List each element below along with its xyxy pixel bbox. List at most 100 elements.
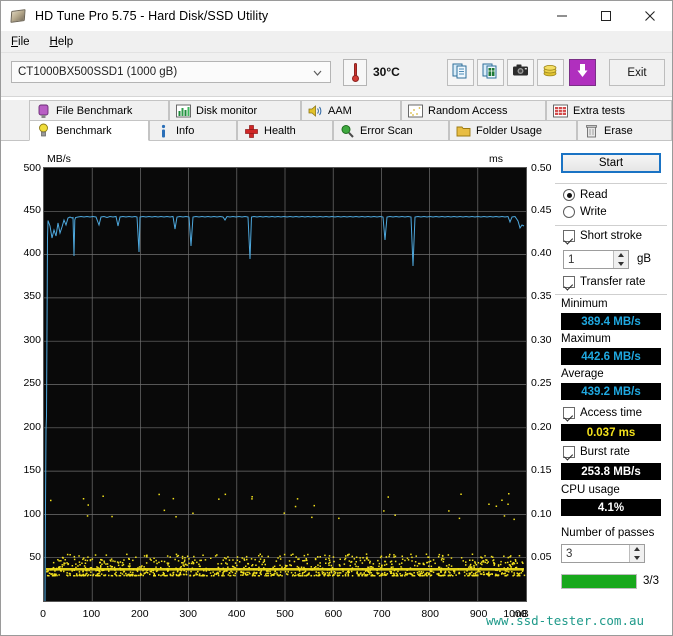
short-stroke-label: Short stroke	[580, 230, 642, 242]
chart-y2-axis-label: ms	[489, 153, 503, 165]
start-button-label: Start	[598, 157, 624, 169]
magnifier-icon	[340, 124, 355, 139]
burst-rate-value: 253.8 MB/s	[561, 463, 661, 480]
tab-disk-monitor[interactable]: Disk monitor	[169, 100, 301, 121]
short-stroke-unit: gB	[637, 253, 652, 265]
divider-3	[555, 294, 667, 295]
screenshot-button[interactable]	[507, 59, 534, 86]
short-stroke-stepper[interactable]: 1	[563, 250, 629, 269]
checkbox-short-stroke[interactable]: Short stroke	[563, 230, 642, 242]
tab-extra-tests-label: Extra tests	[573, 105, 625, 117]
download-button[interactable]	[569, 59, 596, 86]
y-tick-450: 450	[23, 204, 41, 216]
temperature-indicator	[343, 59, 367, 86]
exit-button[interactable]: Exit	[609, 59, 665, 86]
y-tick-250: 250	[23, 377, 41, 389]
chart-y-axis-label: MB/s	[47, 153, 71, 165]
radio-write[interactable]: Write	[563, 206, 607, 218]
spinner-up-icon[interactable]	[618, 253, 624, 258]
tab-aam-label: AAM	[328, 105, 352, 117]
short-stroke-checkbox-indicator	[563, 230, 575, 242]
y-tick-350: 350	[23, 290, 41, 302]
drive-select-value: CT1000BX500SSD1 (1000 gB)	[18, 66, 178, 78]
x-tick-700: 700	[373, 608, 391, 620]
tab-file-benchmark[interactable]: File Benchmark	[29, 100, 169, 121]
tab-error-scan[interactable]: Error Scan	[333, 120, 449, 141]
extra-chart-icon	[553, 104, 568, 119]
passes-spinner-down-icon[interactable]	[634, 555, 640, 560]
tab-erase[interactable]: Erase	[577, 120, 672, 141]
tab-benchmark[interactable]: Benchmark	[29, 120, 149, 141]
coins-icon	[542, 63, 559, 83]
divider-2	[555, 225, 667, 226]
document-copy-icon	[452, 62, 469, 84]
purple-bulb-icon	[36, 104, 51, 119]
passes-spinner-up-icon[interactable]	[634, 547, 640, 552]
tab-row-top: File Benchmark Disk monitor AAM Random A…	[1, 100, 672, 121]
tab-random-access-label: Random Access	[428, 105, 508, 117]
spinner-down-icon[interactable]	[618, 261, 624, 266]
maximize-button[interactable]	[584, 1, 628, 31]
donate-button[interactable]	[537, 59, 564, 86]
camera-icon	[512, 63, 529, 82]
x-tick-100: 100	[82, 608, 101, 620]
y-tick-100: 100	[23, 508, 41, 520]
y-tick-300: 300	[23, 334, 41, 346]
tab-random-access[interactable]: Random Access	[401, 100, 546, 121]
tab-folder-usage-label: Folder Usage	[476, 125, 543, 137]
yellow-bulb-icon	[36, 123, 51, 138]
folder-icon	[456, 124, 471, 139]
y-tick-150: 150	[23, 464, 41, 476]
tab-extra-tests[interactable]: Extra tests	[546, 100, 672, 121]
export-to-excel-button[interactable]	[477, 59, 504, 86]
minimum-value: 389.4 MB/s	[561, 313, 661, 330]
checkbox-transfer-rate[interactable]: Transfer rate	[563, 276, 645, 288]
drive-select[interactable]: CT1000BX500SSD1 (1000 gB)	[11, 61, 331, 83]
progress-text: 3/3	[643, 575, 659, 587]
random-dots-icon	[408, 104, 423, 119]
tab-aam[interactable]: AAM	[301, 100, 401, 121]
x-tick-800: 800	[421, 608, 439, 620]
short-stroke-spinner-arrows[interactable]	[613, 251, 628, 268]
x-tick-300: 300	[179, 608, 197, 620]
x-tick-600: 600	[324, 608, 343, 620]
tab-folder-usage[interactable]: Folder Usage	[449, 120, 577, 141]
speaker-icon	[308, 104, 323, 119]
chevron-down-icon	[311, 66, 324, 79]
x-tick-400: 400	[227, 608, 246, 620]
start-button[interactable]: Start	[561, 153, 661, 173]
access-time-checkbox-indicator	[563, 407, 575, 419]
tab-file-benchmark-label: File Benchmark	[56, 105, 133, 117]
menu-help-rest: elp	[57, 35, 74, 48]
checkbox-access-time[interactable]: Access time	[563, 407, 642, 419]
menu-bar: File Help	[1, 31, 672, 53]
x-tick-900: 900	[469, 608, 488, 620]
menu-help[interactable]: Help	[40, 31, 84, 53]
tab-benchmark-label: Benchmark	[56, 124, 112, 137]
divider-1	[555, 183, 667, 184]
tab-error-scan-label: Error Scan	[360, 125, 413, 137]
trash-icon	[584, 124, 599, 139]
tab-info[interactable]: Info	[149, 120, 237, 141]
tab-row-bottom: Benchmark Info Health Error Scan Folder …	[1, 120, 672, 141]
toolbar: CT1000BX500SSD1 (1000 gB) 30°C Exit	[1, 53, 672, 97]
menu-file[interactable]: File	[1, 31, 40, 53]
tab-health[interactable]: Health	[237, 120, 333, 141]
copy-to-clipboard-button[interactable]	[447, 59, 474, 86]
window-controls	[540, 1, 672, 31]
radio-read-label: Read	[580, 189, 608, 201]
radio-write-indicator	[563, 206, 575, 218]
radio-read[interactable]: Read	[563, 189, 608, 201]
thermometer-icon	[351, 63, 359, 82]
passes-spinner-arrows[interactable]	[629, 545, 644, 562]
passes-stepper[interactable]: 3	[561, 544, 645, 563]
close-button[interactable]	[628, 1, 672, 31]
checkbox-burst-rate[interactable]: Burst rate	[563, 446, 630, 458]
spreadsheet-export-icon	[482, 62, 499, 84]
hd-tune-window: HD Tune Pro 5.75 - Hard Disk/SSD Utility…	[0, 0, 673, 636]
download-arrow-icon	[575, 62, 590, 84]
minimize-button[interactable]	[540, 1, 584, 31]
burst-rate-checkbox-indicator	[563, 446, 575, 458]
short-stroke-value: 1	[568, 253, 575, 266]
maximum-label: Maximum	[561, 333, 611, 345]
